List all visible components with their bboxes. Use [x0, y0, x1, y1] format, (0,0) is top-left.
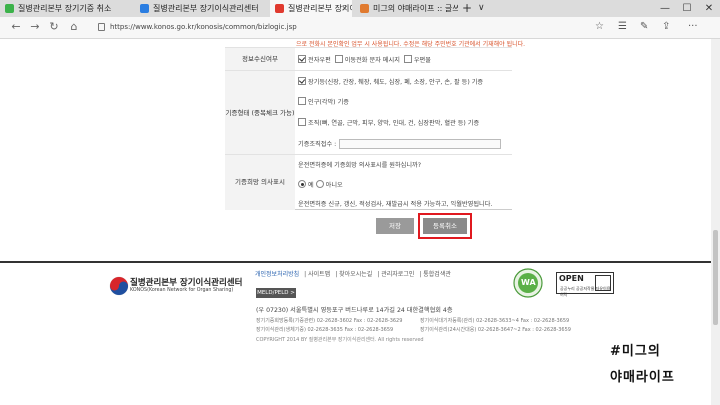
- footer-contact: 장기이식대기자등록(관리) 02-2628-3633~4 Fax : 02-26…: [420, 318, 570, 324]
- org-logo: 질병관리본부 장기이식관리센터 KONOS(Korean Network for…: [108, 275, 243, 299]
- tab-title: 질병관리본부 장기기증 취소: [18, 4, 112, 13]
- forward-icon[interactable]: →: [27, 19, 43, 35]
- checkbox-sms[interactable]: [334, 55, 343, 63]
- label-receive-info: 정보수신여부: [225, 48, 295, 71]
- home-icon[interactable]: ⌂: [66, 19, 82, 35]
- url-text: https://www.konos.go.kr/konosis/common/b…: [110, 23, 297, 31]
- radio-label: 예: [308, 182, 314, 189]
- footer-link[interactable]: 통합검색관: [423, 271, 451, 278]
- save-button[interactable]: 저장: [376, 218, 414, 234]
- favicon-icon: [360, 4, 369, 13]
- footer-link[interactable]: 개인정보처리방침: [255, 271, 299, 278]
- wa-text: WA: [521, 278, 536, 287]
- donor-form-table: 정보수신여부 전자우편 이동전화 문자 메시지 우편물 기증형태 (중복체크 가…: [225, 39, 512, 210]
- open-text: OPEN: [559, 274, 584, 283]
- footer-contact: 장기기증희망등록(기증관련) 02-2628-3602 Fax : 02-262…: [256, 318, 403, 324]
- open-subtext: 공공누리 공공저작물 자유이용허락: [560, 286, 611, 297]
- minimize-button[interactable]: —: [655, 0, 675, 17]
- favicon-icon: [275, 4, 284, 13]
- label-license-intent: 기증희망 의사표시: [225, 155, 295, 210]
- footer-links: 개인정보처리방침 | 사이트맵 | 찾아오시는길 | 관리자로그인 | 통합검색관: [255, 271, 451, 278]
- refresh-icon[interactable]: ↻: [46, 19, 62, 35]
- tab-title: 질병관리본부 장기이식관리센터: [153, 4, 259, 13]
- option-label: 장기등(신장, 간장, 췌장, 췌도, 심장, 폐, 소장, 안구, 손, 팔 …: [308, 79, 484, 86]
- checkbox-cornea[interactable]: [298, 97, 306, 105]
- footer-contact: 장기이식관리(생체기증) 02-2628-3635 Fax : 02-2628-…: [256, 327, 394, 333]
- row-license-intent: 기증희망 의사표시 운전면허증에 기증희망 의사표시를 원하십니까? 예 아니오…: [225, 154, 512, 210]
- tissue-email-row: 기증조직접수 :: [298, 139, 502, 149]
- checkbox-tissue[interactable]: [298, 118, 306, 126]
- back-icon[interactable]: ←: [8, 19, 24, 35]
- share-icon[interactable]: ⇪: [662, 19, 670, 35]
- close-tab-icon[interactable]: ✕: [341, 0, 348, 17]
- radio-no[interactable]: [315, 180, 324, 188]
- highlight-box: [418, 213, 472, 239]
- license-note: 운전면허증 신규, 갱신, 적성검사, 재발급시 적용 가능하고, 익월반영됩니…: [298, 201, 493, 208]
- footer-link[interactable]: 찾아오시는길: [339, 271, 372, 278]
- option-label: 인구(각막) 기증: [308, 99, 349, 106]
- maximize-button[interactable]: ☐: [677, 0, 697, 17]
- checkbox-organ[interactable]: [298, 77, 306, 85]
- email-label: 기증조직접수 :: [298, 141, 337, 148]
- watermark-line1: #미그의: [610, 344, 661, 359]
- radio-yes[interactable]: [298, 180, 306, 188]
- address-bar: ← → ↻ ⌂ https://www.konos.go.kr/konosis/…: [0, 17, 720, 39]
- tissue-email-input[interactable]: [339, 139, 502, 149]
- tab-menu-icon[interactable]: ∨: [478, 0, 485, 17]
- option-label: 이동전화 문자 메시지: [344, 57, 400, 64]
- donation-option-organ: 장기등(신장, 간장, 췌장, 췌도, 심장, 폐, 소장, 안구, 손, 팔 …: [298, 77, 483, 86]
- hub-icon[interactable]: ☰: [618, 19, 627, 35]
- row-receive-info: 정보수신여부 전자우편 이동전화 문자 메시지 우편물: [225, 47, 512, 71]
- license-question: 운전면허증에 기증희망 의사표시를 원하십니까?: [298, 162, 422, 169]
- scroll-thumb[interactable]: [713, 230, 718, 325]
- browser-tab[interactable]: 미그의 야매라이프 :: 글쓰기: [355, 0, 458, 17]
- browser-tab[interactable]: 질병관리본부 장기기증 취소: [0, 0, 132, 17]
- lock-icon: [98, 23, 105, 31]
- checkbox-email[interactable]: [298, 55, 306, 63]
- meld-peld-button[interactable]: MELD/PELD >: [256, 288, 296, 298]
- option-label: 조직(뼈, 연골, 근막, 피부, 양막, 인대, 건, 심장판막, 혈관 등)…: [308, 120, 480, 127]
- page-scrollbar[interactable]: [711, 39, 720, 405]
- receive-options: 전자우편 이동전화 문자 메시지 우편물: [298, 55, 431, 64]
- checkbox-mail[interactable]: [403, 55, 412, 63]
- row-donation-type: 기증형태 (중복체크 가능) 장기등(신장, 간장, 췌장, 췌도, 심장, 폐…: [225, 70, 512, 155]
- option-label: 우편물: [413, 57, 431, 64]
- open-license-badge: OPEN 공공누리 공공저작물 자유이용허락: [556, 272, 614, 297]
- favicon-icon: [5, 4, 14, 13]
- footer-link[interactable]: 관리자로그인: [381, 271, 414, 278]
- url-field[interactable]: https://www.konos.go.kr/konosis/common/b…: [98, 20, 297, 34]
- option-label: 전자우편: [308, 57, 331, 64]
- close-window-button[interactable]: ✕: [699, 0, 719, 17]
- footer-copyright: COPYRIGHT 2014 BY 질병관리본부 장기이식관리센터. All r…: [256, 337, 424, 343]
- donation-option-cornea: 인구(각막) 기증: [298, 97, 349, 106]
- watermark-line2: 야매라이프: [610, 370, 675, 385]
- radio-label: 아니오: [325, 182, 343, 189]
- org-name: 질병관리본부 장기이식관리센터: [130, 278, 243, 288]
- web-accessibility-badge: WA: [512, 267, 544, 299]
- license-radios: 예 아니오: [298, 180, 343, 189]
- browser-tab-strip: 질병관리본부 장기기증 취소 질병관리본부 장기이식관리센터 질병관리본부 장기…: [0, 0, 720, 17]
- footer-contact: 장기이식관리(24시간대응) 02-2628-3647~2 Fax : 02-2…: [420, 327, 571, 333]
- label-donation-type: 기증형태 (중복체크 가능): [225, 71, 295, 155]
- browser-tab-active[interactable]: 질병관리본부 장기이식 ✕: [270, 0, 352, 17]
- tab-title: 미그의 야매라이프 :: 글쓰기: [373, 4, 458, 13]
- browser-tab[interactable]: 질병관리본부 장기이식관리센터: [135, 0, 268, 17]
- notes-icon[interactable]: ✎: [640, 19, 648, 35]
- favicon-icon: [140, 4, 149, 13]
- donation-option-tissue: 조직(뼈, 연골, 근막, 피부, 양막, 인대, 건, 심장판막, 혈관 등)…: [298, 118, 479, 127]
- footer-divider: [0, 261, 711, 263]
- org-sub: KONOS(Korean Network for Organ Sharing): [130, 288, 234, 293]
- footer-address: (우 07230) 서울특별시 영등포구 버드나루로 14가길 24 대한결핵협…: [256, 307, 453, 314]
- favorite-star-icon[interactable]: ☆: [595, 19, 604, 35]
- taegeuk-logo-icon: [109, 276, 129, 296]
- more-icon[interactable]: ···: [688, 19, 698, 35]
- new-tab-button[interactable]: +: [460, 0, 474, 17]
- footer-link[interactable]: 사이트맵: [308, 271, 330, 278]
